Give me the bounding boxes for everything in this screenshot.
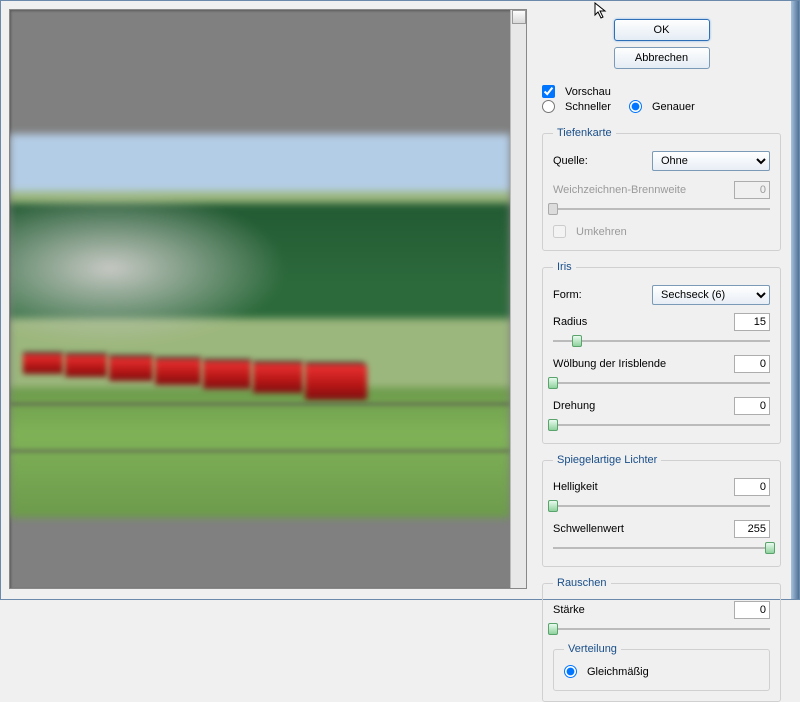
brightness-input[interactable] bbox=[734, 478, 770, 496]
invert-label: Umkehren bbox=[576, 226, 627, 238]
cancel-button[interactable]: Abbrechen bbox=[614, 47, 710, 69]
brightness-label: Helligkeit bbox=[553, 481, 598, 493]
preview-image bbox=[203, 359, 251, 389]
noise-amount-label: Stärke bbox=[553, 604, 585, 616]
curvature-input[interactable] bbox=[734, 355, 770, 373]
scrollbar-thumb[interactable] bbox=[512, 10, 526, 24]
preview-image bbox=[109, 355, 153, 381]
threshold-label: Schwellenwert bbox=[553, 523, 624, 535]
noise-amount-slider[interactable] bbox=[553, 623, 770, 637]
dist-uniform-label: Gleichmäßig bbox=[587, 666, 649, 678]
threshold-input[interactable] bbox=[734, 520, 770, 538]
window-border bbox=[791, 1, 799, 599]
brightness-slider[interactable] bbox=[553, 500, 770, 514]
dist-uniform-radio[interactable] bbox=[564, 665, 577, 678]
distribution-legend: Verteilung bbox=[564, 643, 621, 655]
radius-input[interactable] bbox=[734, 313, 770, 331]
specular-legend: Spiegelartige Lichter bbox=[553, 454, 661, 466]
noise-amount-input[interactable] bbox=[734, 601, 770, 619]
curvature-label: Wölbung der Irisblende bbox=[553, 358, 666, 370]
curvature-slider[interactable] bbox=[553, 377, 770, 391]
iris-shape-select[interactable]: Sechseck (6) bbox=[652, 285, 770, 305]
iris-shape-label: Form: bbox=[553, 289, 582, 301]
mode-accurate-label: Genauer bbox=[652, 101, 695, 113]
noise-legend: Rauschen bbox=[553, 577, 611, 589]
source-select[interactable]: Ohne bbox=[652, 151, 770, 171]
mode-fast-label: Schneller bbox=[565, 101, 611, 113]
blur-focus-label: Weichzeichnen-Brennweite bbox=[553, 184, 686, 196]
ok-button[interactable]: OK bbox=[614, 19, 710, 41]
preview-image bbox=[155, 357, 201, 385]
preview-image bbox=[10, 134, 510, 518]
preview-image bbox=[10, 450, 510, 452]
preview-area bbox=[9, 9, 527, 589]
depthmap-legend: Tiefenkarte bbox=[553, 127, 616, 139]
rotation-input[interactable] bbox=[734, 397, 770, 415]
invert-checkbox bbox=[553, 225, 566, 238]
blur-focus-input bbox=[734, 181, 770, 199]
preview-image bbox=[253, 361, 303, 393]
rotation-slider[interactable] bbox=[553, 419, 770, 433]
iris-legend: Iris bbox=[553, 261, 576, 273]
preview-checkbox-label: Vorschau bbox=[565, 86, 611, 98]
source-label: Quelle: bbox=[553, 155, 588, 167]
preview-checkbox[interactable] bbox=[542, 85, 555, 98]
blur-focus-slider bbox=[553, 203, 770, 217]
threshold-slider[interactable] bbox=[553, 542, 770, 556]
preview-image bbox=[10, 403, 510, 405]
radius-slider[interactable] bbox=[553, 335, 770, 349]
rotation-label: Drehung bbox=[553, 400, 595, 412]
mode-accurate-radio[interactable] bbox=[629, 100, 642, 113]
mode-fast-radio[interactable] bbox=[542, 100, 555, 113]
preview-image bbox=[65, 353, 107, 377]
preview-image bbox=[305, 362, 367, 400]
radius-label: Radius bbox=[553, 316, 587, 328]
preview-scrollbar[interactable] bbox=[510, 10, 526, 588]
preview-image bbox=[23, 352, 63, 374]
